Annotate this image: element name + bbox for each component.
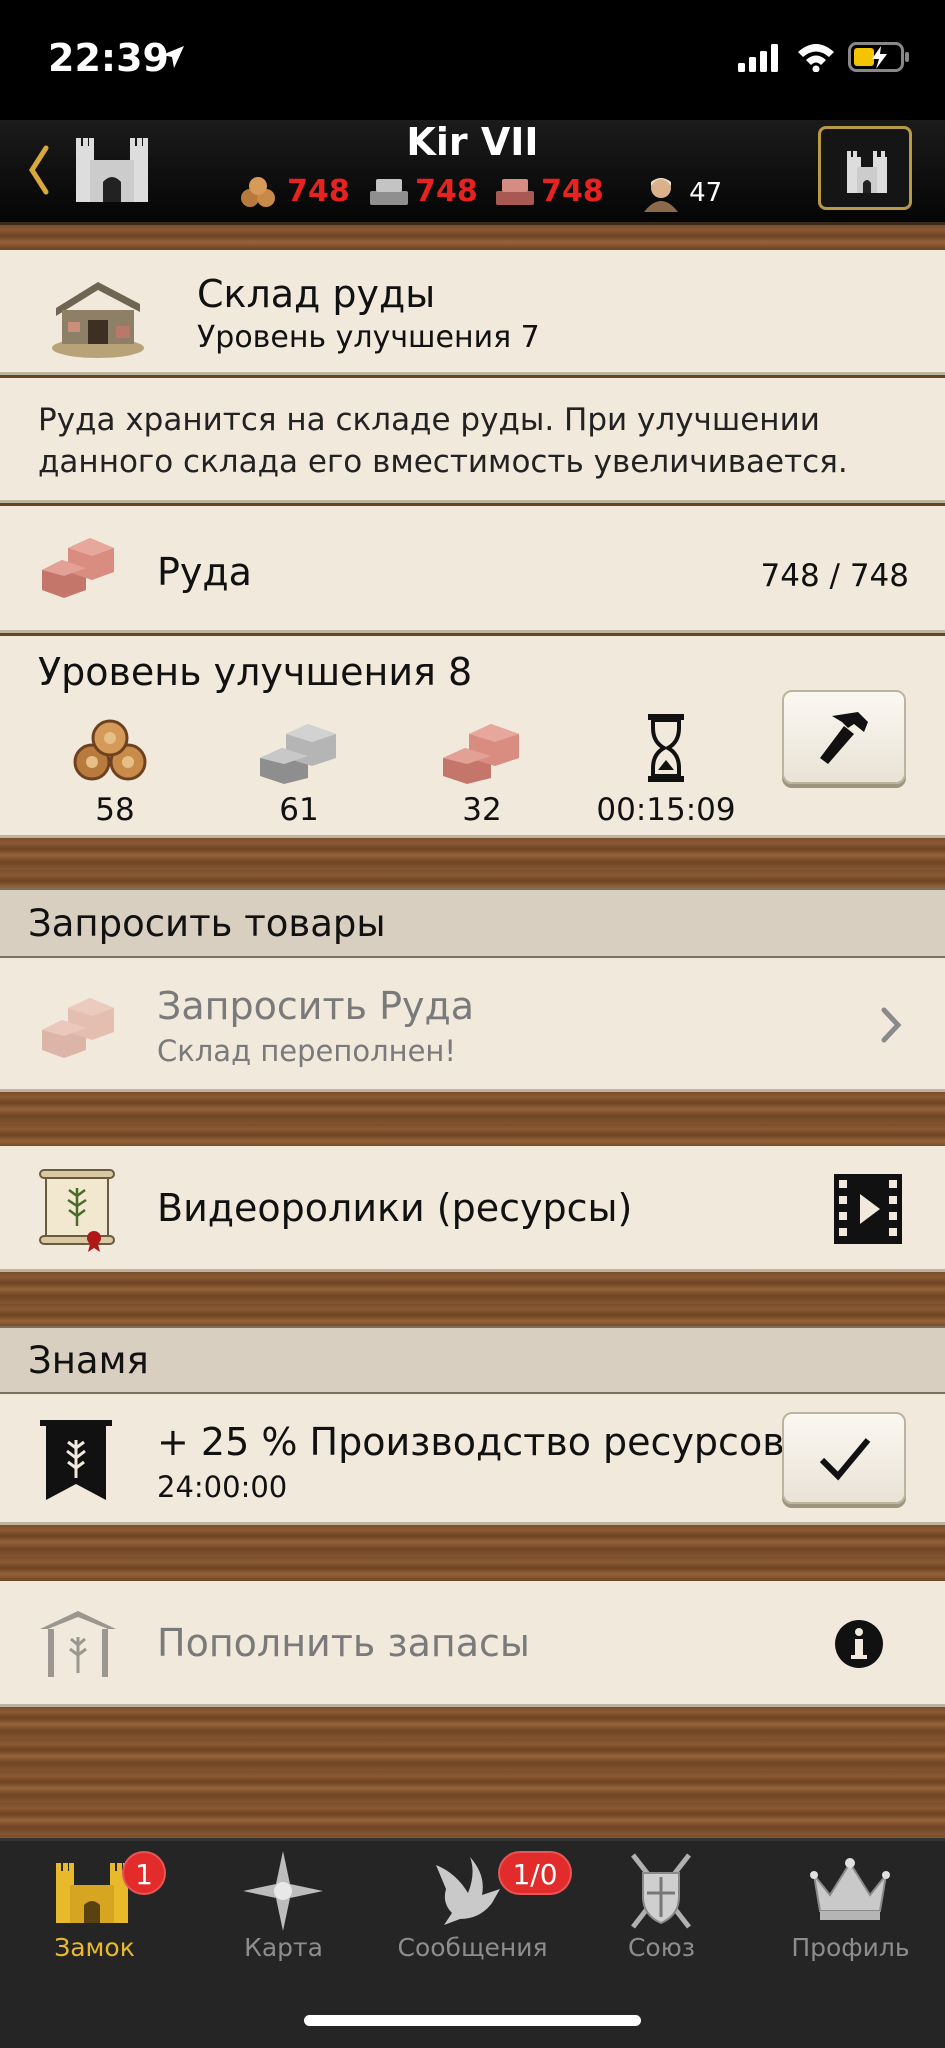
resource-population: 47 xyxy=(642,174,722,212)
info-icon[interactable] xyxy=(834,1619,884,1669)
signal-icon xyxy=(738,44,778,72)
checkmark-icon xyxy=(819,1438,871,1481)
wood-separator-1 xyxy=(0,838,945,888)
ore-warehouse-building-icon xyxy=(52,282,144,358)
crown-icon xyxy=(810,1858,890,1920)
videos-row[interactable]: Видеоролики (ресурсы) xyxy=(0,1146,945,1272)
request-ore-title: Запросить Руда xyxy=(157,984,475,1028)
player-name: Kir VII xyxy=(406,120,539,164)
shield-swords-icon xyxy=(631,1853,691,1929)
wifi-icon xyxy=(798,44,834,72)
building-level: Уровень улучшения 7 xyxy=(197,320,540,355)
tab-bar: 1 Замок Карта 1/0 Сообщения Союз Профиль xyxy=(0,1838,945,2048)
ore-amount: 748 xyxy=(541,174,604,209)
replenish-row[interactable]: Пополнить запасы xyxy=(0,1581,945,1707)
description-line-1: Руда хранится на складе руды. При улучше… xyxy=(38,402,820,438)
granary-icon xyxy=(40,1611,116,1677)
resource-ore: 748 xyxy=(494,174,604,209)
wheat-banner-icon xyxy=(40,1420,112,1500)
banner-confirm-button[interactable] xyxy=(782,1412,906,1504)
upgrade-ore-cost: 32 xyxy=(462,792,502,828)
wood-icon xyxy=(241,176,275,207)
upgrade-wood-cost: 58 xyxy=(95,792,135,828)
hourglass-icon xyxy=(648,714,684,782)
storage-capacity-panel: Руда 748 / 748 xyxy=(0,506,945,633)
castle-tab-icon xyxy=(56,1863,128,1923)
capacity-resource-label: Руда xyxy=(157,550,252,594)
wood-separator-3 xyxy=(0,1272,945,1326)
wood-amount: 748 xyxy=(287,174,350,209)
building-header-panel: Склад руды Уровень улучшения 7 xyxy=(0,250,945,375)
game-header: Kir VII 748 748 748 47 xyxy=(0,120,945,225)
banner-duration: 24:00:00 xyxy=(157,1470,288,1504)
upgrade-panel: Уровень улучшения 8 58 61 32 00:15:09 xyxy=(0,636,945,838)
tab-profile[interactable]: Профиль xyxy=(756,1841,945,1981)
stone-amount: 748 xyxy=(415,174,478,209)
upgrade-button[interactable] xyxy=(782,690,906,784)
stone-icon xyxy=(260,724,336,784)
banner-section-header: Знамя xyxy=(0,1326,945,1394)
tab-alliance[interactable]: Союз xyxy=(567,1841,756,1981)
ore-icon xyxy=(496,178,534,205)
description-line-2: данного склада его вместимость увеличива… xyxy=(38,444,848,480)
videos-label: Видеоролики (ресурсы) xyxy=(157,1186,633,1230)
hammer-icon xyxy=(820,712,868,764)
chevron-right-icon xyxy=(881,1007,902,1043)
wood-background-top xyxy=(0,225,945,250)
castle-view-icon xyxy=(847,151,887,193)
building-name: Склад руды xyxy=(197,272,436,316)
tab-castle-label: Замок xyxy=(54,1933,135,1962)
upgrade-stone-cost: 61 xyxy=(279,792,319,828)
tab-map[interactable]: Карта xyxy=(189,1841,378,1981)
ore-icon xyxy=(42,998,114,1058)
scroll-certificate-icon xyxy=(39,1169,115,1252)
tab-map-label: Карта xyxy=(244,1933,323,1962)
wood-background-bottom xyxy=(0,1707,945,1838)
stone-icon xyxy=(370,178,408,205)
resource-wood: 748 xyxy=(240,174,350,209)
request-ore-row[interactable]: Запросить Руда Склад переполнен! xyxy=(0,958,945,1092)
tab-profile-label: Профиль xyxy=(791,1933,910,1962)
population-amount: 47 xyxy=(689,178,723,208)
wood-separator-4 xyxy=(0,1525,945,1581)
request-goods-header: Запросить товары xyxy=(0,888,945,958)
upgrade-title: Уровень улучшения 8 xyxy=(38,650,473,694)
population-icon xyxy=(644,178,678,212)
home-indicator xyxy=(304,2015,641,2026)
resource-stone: 748 xyxy=(368,174,478,209)
tab-alliance-label: Союз xyxy=(627,1933,696,1962)
status-bar: 22:39 xyxy=(0,0,945,120)
wood-separator-2 xyxy=(0,1092,945,1146)
film-video-icon xyxy=(834,1174,902,1244)
ore-icon xyxy=(443,724,519,784)
tab-messages[interactable]: 1/0 Сообщения xyxy=(378,1841,572,1981)
location-arrow-icon xyxy=(162,46,184,68)
castle-overview-button[interactable] xyxy=(818,126,912,210)
tab-castle[interactable]: 1 Замок xyxy=(0,1841,189,1981)
replenish-label: Пополнить запасы xyxy=(157,1621,530,1665)
ore-icon xyxy=(42,538,114,598)
capacity-value: 748 / 748 xyxy=(760,558,910,594)
battery-charging-icon xyxy=(848,42,909,72)
castle-badge: 1 xyxy=(122,1851,166,1895)
tab-messages-label: Сообщения xyxy=(397,1933,548,1962)
banner-section-title: Знамя xyxy=(28,1339,149,1382)
request-ore-subtitle: Склад переполнен! xyxy=(157,1034,457,1068)
building-description-panel: Руда хранится на складе руды. При улучше… xyxy=(0,378,945,503)
banner-effect: + 25 % Производство ресурсов xyxy=(157,1420,785,1464)
messages-badge: 1/0 xyxy=(498,1851,572,1895)
upgrade-time: 00:15:09 xyxy=(596,792,736,828)
banner-row: + 25 % Производство ресурсов 24:00:00 xyxy=(0,1394,945,1525)
compass-star-icon xyxy=(243,1851,323,1931)
status-time: 22:39 xyxy=(48,36,169,80)
request-goods-title: Запросить товары xyxy=(28,902,386,945)
wood-icon xyxy=(73,719,147,781)
